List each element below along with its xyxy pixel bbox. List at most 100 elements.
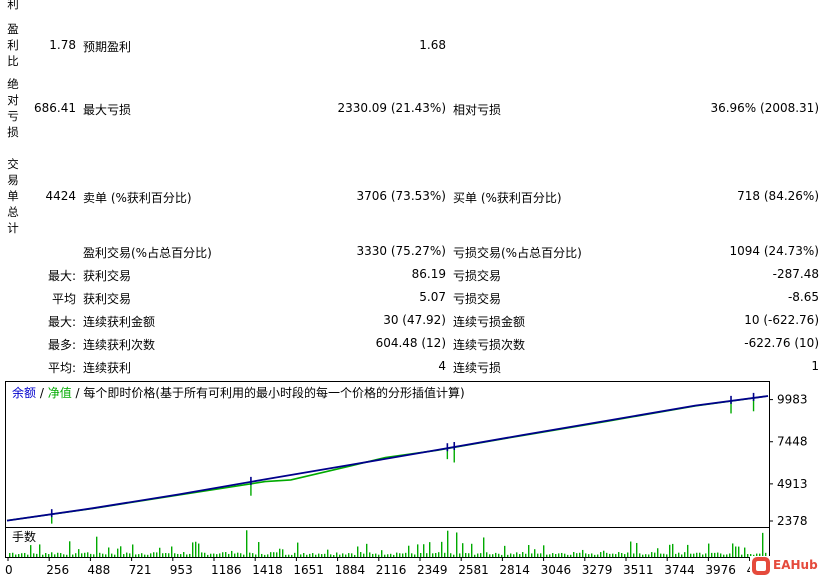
volume-bar [438,552,440,557]
volume-bar [174,553,176,557]
volume-bar [456,532,458,557]
stats-prefix: 最大: [47,269,76,283]
stats-value: -622.76 (10) [744,336,819,350]
stats-label: 盈利交易(%占总百分比) [83,246,212,260]
volume-bar [18,554,20,557]
x-tick-label: 3279 [582,563,613,577]
volume-bar [573,552,575,557]
volume-bar [54,554,56,557]
volume-bar [183,552,185,557]
stats-label: 亏损交易 [453,292,502,306]
volume-bar [114,554,116,557]
volume-bar [444,552,446,557]
volume-bar [492,554,494,557]
volume-bar [618,552,620,557]
volume-bar [393,554,395,557]
volume-bar [462,543,464,557]
x-tick-label: 2581 [458,563,489,577]
volume-bar [396,552,398,557]
stats-label: 连续获利 [83,361,132,375]
stats-prefix: 最大: [47,315,76,329]
volume-bar [576,553,578,557]
volume-bar [684,552,686,557]
volume-bar [120,546,122,557]
volume-bar [195,541,197,557]
x-tick-label: 3976 [705,563,736,577]
volume-bar [240,553,242,557]
volume-bar [453,554,455,557]
volume-bar [42,554,44,557]
volume-bar [738,546,740,557]
volume-bar [297,542,299,557]
volume-bar [237,552,239,557]
volume-bar [261,553,263,557]
volume-bar [381,550,383,557]
volume-bar [90,553,92,557]
volume-bar [357,546,359,557]
x-tick-label: 953 [170,563,193,577]
stats-value: 5.07 [419,290,446,304]
volume-bar [717,552,719,557]
volume-bar [267,554,269,557]
volume-bar [603,550,605,557]
volume-bar [711,552,713,557]
volume-bar [270,552,272,557]
stats-value: 1094 (24.73%) [729,244,819,258]
stats-value: 604.48 (12) [375,336,446,350]
x-tick-label: 3511 [623,563,654,577]
volume-bar [423,544,425,557]
volume-bar [687,544,689,557]
volume-bar [693,553,695,557]
volume-bar [510,553,512,557]
volume-bar [180,554,182,557]
volume-bar [189,553,191,557]
x-tick-label: 2814 [499,563,530,577]
volume-bar [108,547,110,557]
stats-label: 亏损交易(%占总百分比) [453,246,582,260]
x-tick-label: 488 [87,563,110,577]
volume-bar [432,553,434,557]
volume-bar [333,554,335,557]
volume-bar [249,552,251,557]
max-drawdown-value: 2330.09 (21.43%) [337,101,446,115]
x-axis: 0 256 488 721 953 1186 1418 1651 1884 2116 2349 258… [5,557,803,577]
volume-bar [162,553,164,557]
x-tick-label: 1651 [293,563,324,577]
volume-bar [300,554,302,557]
volume-bar [231,550,233,557]
volume-bar [762,532,764,557]
volume-bar [150,553,152,557]
volume-bar [117,548,119,557]
vertical-label-top: 利 [7,0,19,11]
volume-bar [672,543,674,557]
relative-drawdown-value: 36.96% (2008.31) [710,101,819,115]
volume-bar [225,552,227,557]
volume-bar [360,552,362,557]
volume-bar [525,553,527,557]
legend-equity: 净值 [48,385,72,400]
volume-bar [348,553,350,557]
volume-bar [579,552,581,557]
volume-bar [207,554,209,557]
volume-bar [57,552,59,557]
volume-bar [138,554,140,557]
stats-value: 10 (-622.76) [744,313,819,327]
volume-bar [531,553,533,557]
volume-bar [30,545,32,557]
volume-bar [495,552,497,557]
volume-bar [204,552,206,557]
volume-bar [291,554,293,557]
volume-bar [513,554,515,557]
eahub-logo: EAHub [750,556,818,576]
volume-bar [435,553,437,557]
volume-bar [651,552,653,557]
volume-bar [363,553,365,557]
volume-bar [633,553,635,557]
volume-bar [537,553,539,557]
volume-bar [234,553,236,557]
y-tick-label: 2378 [777,514,808,528]
volume-bar [72,554,74,557]
volume-bar [411,553,413,557]
volume-bar [723,554,725,557]
volume-bar [735,546,737,557]
